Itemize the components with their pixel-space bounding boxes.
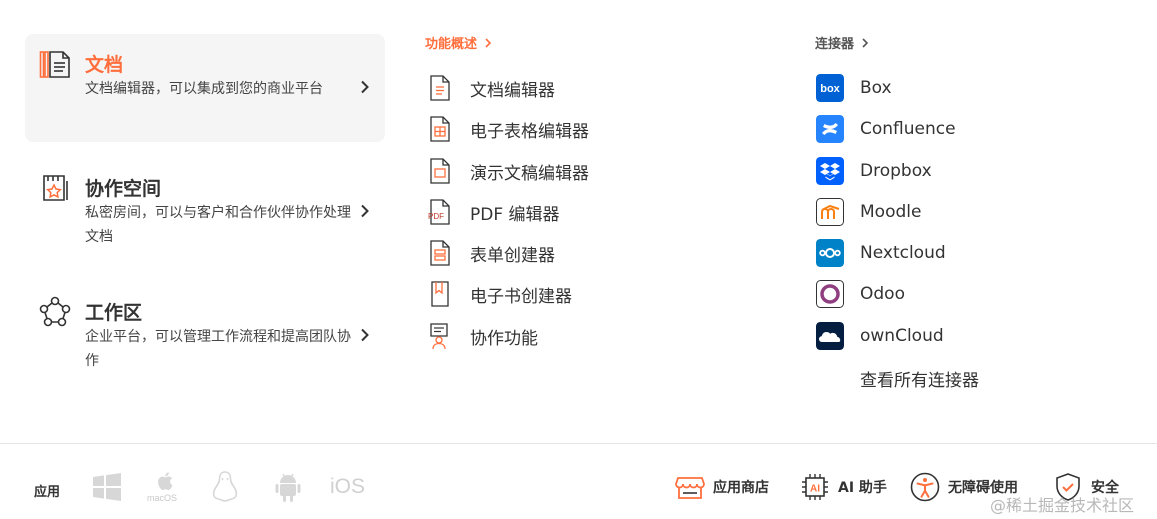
feature-label: PDF 编辑器: [470, 204, 560, 225]
feature-item-form-creator[interactable]: 表单创建器: [428, 238, 555, 268]
box-logo: box: [816, 74, 844, 102]
product-workspace[interactable]: 工作区 企业平台，可以管理工作流程和提高团队协作: [25, 282, 385, 390]
feature-item-ebook-creator[interactable]: 电子书创建器: [428, 279, 572, 309]
product-title: 协作空间: [85, 178, 162, 200]
watermark: @稀土掘金技术社区: [990, 496, 1135, 515]
accessibility-icon: [910, 472, 940, 502]
svg-text:box: box: [820, 83, 840, 95]
feature-label: 电子表格编辑器: [470, 121, 589, 142]
ai-chip-icon: AI: [802, 474, 828, 500]
connector-label: Box: [860, 78, 892, 98]
macos-text: macOS: [147, 493, 178, 503]
feature-label: 电子书创建器: [470, 286, 572, 307]
connector-dropbox[interactable]: Dropbox: [816, 156, 932, 186]
features-header-label: 功能概述: [425, 37, 478, 52]
nextcloud-logo: [816, 239, 844, 267]
linux-icon[interactable]: [210, 470, 240, 504]
pdf-icon: PDF: [428, 199, 450, 225]
chevron-right-icon: [862, 37, 869, 48]
feature-item-pdf-editor[interactable]: PDF PDF 编辑器: [428, 197, 560, 227]
android-icon[interactable]: [273, 470, 303, 504]
ios-text: iOS: [330, 475, 366, 498]
network-icon: [39, 296, 71, 327]
spreadsheet-icon: [430, 116, 450, 142]
connector-odoo[interactable]: Odoo: [816, 279, 905, 309]
connector-moodle[interactable]: Moodle: [816, 197, 921, 227]
chevron-right-icon: [361, 204, 369, 218]
owncloud-logo: [816, 322, 844, 350]
connector-label: Odoo: [860, 284, 905, 304]
chevron-right-icon: [361, 328, 369, 342]
confluence-logo: [816, 115, 844, 143]
connector-label: Nextcloud: [860, 243, 946, 263]
document-stack-icon: [39, 51, 70, 78]
product-description: 私密房间，可以与客户和合作伙伴协作处理文档: [85, 205, 351, 245]
connector-confluence[interactable]: Confluence: [816, 114, 956, 144]
ios-icon[interactable]: iOS: [330, 470, 370, 504]
collaboration-icon: [430, 323, 448, 350]
svg-text:AI: AI: [810, 484, 820, 495]
product-description: 文档编辑器，可以集成到您的商业平台: [85, 81, 323, 97]
connector-label: Moodle: [860, 202, 922, 222]
connector-owncloud[interactable]: ownCloud: [816, 321, 944, 351]
feature-label: 表单创建器: [470, 245, 555, 266]
product-description: 企业平台，可以管理工作流程和提高团队协作: [85, 329, 351, 369]
connector-label: Dropbox: [860, 161, 932, 181]
moodle-logo: [816, 198, 844, 226]
feature-item-spreadsheet-editor[interactable]: 电子表格编辑器: [428, 114, 589, 144]
store-icon: [675, 477, 705, 499]
feature-label: 演示文稿编辑器: [470, 163, 589, 184]
connector-label: Confluence: [860, 119, 956, 139]
feature-item-presentation-editor[interactable]: 演示文稿编辑器: [428, 156, 589, 186]
ai-assistant-link[interactable]: AI AI 助手: [800, 470, 887, 504]
product-rooms[interactable]: 协作空间 私密房间，可以与客户和合作伙伴协作处理文档: [25, 158, 385, 266]
ebook-icon: [431, 281, 449, 307]
connector-label: ownCloud: [860, 326, 944, 346]
macos-icon[interactable]: macOS: [147, 470, 185, 504]
document-icon: [430, 75, 450, 101]
product-title: 工作区: [85, 302, 143, 324]
chevron-right-icon: [361, 80, 369, 94]
product-docs[interactable]: 文档 文档编辑器，可以集成到您的商业平台: [25, 34, 385, 142]
collaboration-room-icon: [43, 175, 68, 201]
apps-label: 应用: [34, 485, 61, 500]
feature-label: 文档编辑器: [470, 80, 555, 101]
connector-nextcloud[interactable]: Nextcloud: [816, 238, 946, 268]
chevron-right-icon: [485, 37, 492, 48]
presentation-icon: [430, 158, 450, 184]
view-all-connectors-link[interactable]: 查看所有连接器: [860, 366, 979, 391]
svg-text:PDF: PDF: [428, 212, 444, 221]
apple-icon: [158, 472, 173, 490]
odoo-logo: [816, 280, 844, 308]
feature-item-collaboration[interactable]: 协作功能: [428, 321, 538, 351]
feature-label: 协作功能: [470, 328, 538, 349]
connectors-header[interactable]: 连接器: [815, 33, 870, 52]
ai-assistant-label: AI 助手: [838, 480, 887, 496]
app-store-label: 应用商店: [713, 480, 769, 496]
connector-box[interactable]: box Box: [816, 73, 892, 103]
features-header[interactable]: 功能概述: [425, 33, 493, 52]
product-title: 文档: [85, 54, 124, 76]
feature-item-document-editor[interactable]: 文档编辑器: [428, 73, 555, 103]
dropbox-logo: [816, 157, 844, 185]
app-store-link[interactable]: 应用商店: [675, 470, 769, 504]
footer-divider: [0, 443, 1157, 444]
form-icon: [430, 240, 450, 266]
connectors-header-label: 连接器: [815, 37, 855, 52]
windows-icon[interactable]: [91, 470, 123, 504]
